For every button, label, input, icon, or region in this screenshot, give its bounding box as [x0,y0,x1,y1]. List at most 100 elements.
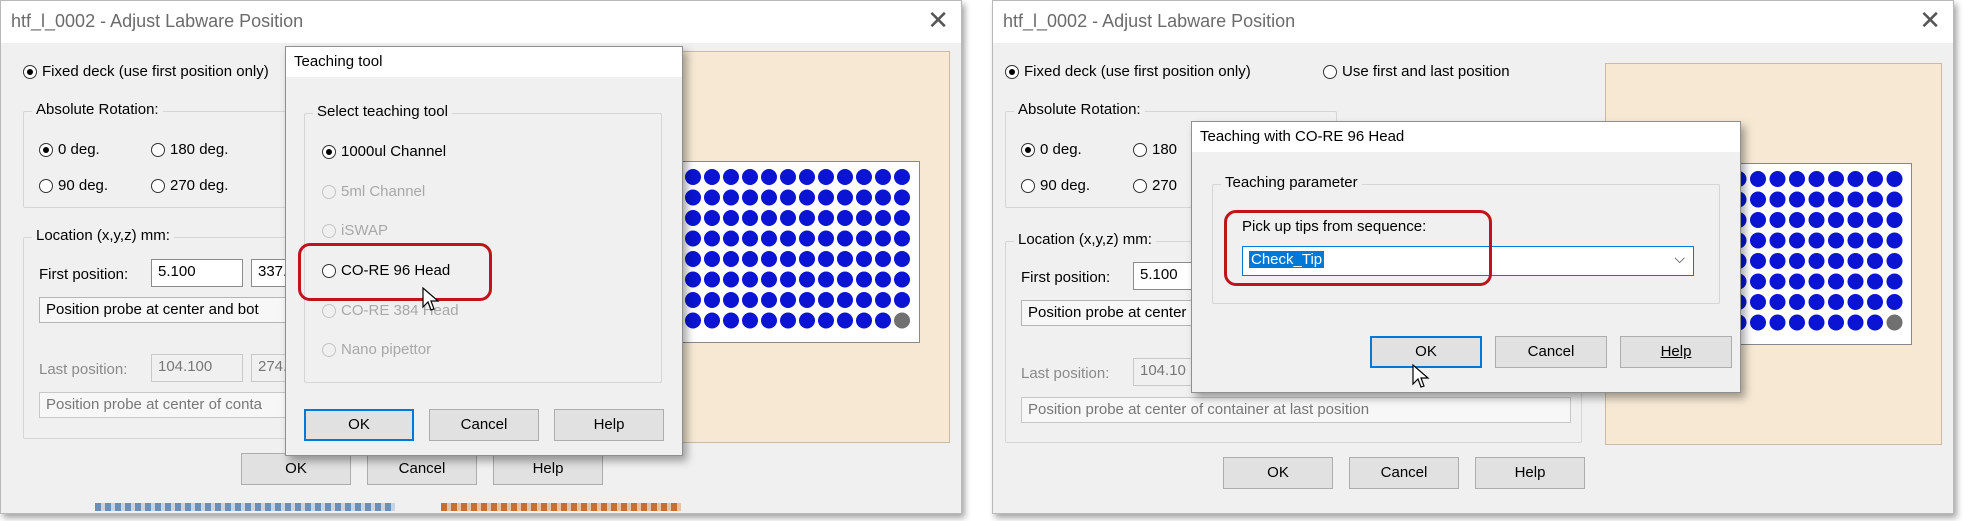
teaching-parameter-group: Teaching parameter [1212,174,1720,304]
teaching-tool-title: Teaching tool [286,47,682,77]
ok-button[interactable]: OK [241,453,351,485]
well [1769,273,1786,290]
well [1789,294,1805,310]
well [856,210,872,226]
well [799,251,815,267]
well [1886,191,1903,208]
sequence-dropdown[interactable]: Check_Tip ⌵ [1242,246,1694,276]
well [723,251,739,267]
well [1828,294,1844,310]
well [875,292,891,308]
well [875,189,891,206]
well [1867,253,1883,269]
radio-empty-icon [322,303,336,318]
teaching-cancel-button[interactable]: Cancel [429,409,539,441]
well [1847,171,1864,187]
last-x-input[interactable]: 104.100 [151,354,243,382]
well [1886,253,1903,269]
well [1769,212,1786,228]
rotation-90-radio[interactable]: 90 deg. [1021,177,1090,194]
tool-nano-label: Nano pipettor [341,341,432,358]
well [875,271,891,288]
well [875,230,891,247]
well [1769,314,1786,331]
well [1808,212,1825,228]
first-position-label: First position: [39,266,129,283]
well [894,312,910,329]
well [837,230,853,247]
radio-empty-icon [322,263,336,278]
well [685,210,701,226]
select-tool-group-label: Select teaching tool [313,103,452,120]
rotation-270-radio[interactable]: 270 deg. [151,177,228,194]
teaching-help-button[interactable]: Help [554,409,664,441]
well [1789,212,1805,228]
rotation-270-radio[interactable]: 270 [1133,177,1177,194]
ok-button[interactable]: OK [1223,457,1333,489]
well [837,312,853,329]
well [780,271,796,288]
well [742,230,758,247]
core96-cancel-button[interactable]: Cancel [1495,336,1607,368]
core96-help-label: Help [1660,343,1692,360]
radio-empty-icon [151,178,165,193]
core96-help-button[interactable]: Help [1620,336,1732,368]
well [1828,212,1844,228]
well [1750,232,1766,249]
well [704,169,720,185]
location-group-label: Location (x,y,z) mm: [1014,231,1156,248]
tool-5ml-radio[interactable]: 5ml Channel [322,183,425,200]
cancel-button[interactable]: Cancel [367,453,477,485]
well [685,230,701,247]
well [1828,191,1844,208]
radio-selected-icon [1005,64,1019,79]
chevron-down-icon[interactable]: ⌵ [1674,250,1685,267]
last-x-input[interactable]: 104.10 [1133,358,1193,386]
well [1867,294,1883,310]
well [799,271,815,288]
teaching-ok-button[interactable]: OK [304,409,414,441]
well [1867,171,1883,187]
well [837,169,853,185]
well [723,292,739,308]
rotation-0-radio[interactable]: 0 deg. [1021,141,1082,158]
close-icon[interactable]: ✕ [927,7,949,33]
well [894,210,910,226]
rotation-0-radio[interactable]: 0 deg. [39,141,100,158]
well [1808,191,1825,208]
well [894,251,910,267]
well [723,210,739,226]
well [704,210,720,226]
well [1847,191,1864,208]
well [742,169,758,185]
rotation-180-radio[interactable]: 180 [1133,141,1177,158]
right-title-bar: htf_l_0002 - Adjust Labware Position ✕ [993,1,1953,43]
well [1808,171,1825,187]
well [780,189,796,206]
sequence-field-label: Pick up tips from sequence: [1242,218,1427,235]
first-last-radio[interactable]: Use first and last position [1323,63,1510,80]
rotation-90-radio[interactable]: 90 deg. [39,177,108,194]
cancel-button[interactable]: Cancel [1349,457,1459,489]
help-button[interactable]: Help [1475,457,1585,489]
well [1886,212,1903,228]
help-button[interactable]: Help [493,453,603,485]
tool-core96-radio[interactable]: CO-RE 96 Head [322,262,450,279]
well [894,189,910,206]
well [799,189,815,206]
well [761,251,777,267]
sequence-selected-value: Check_Tip [1247,250,1326,269]
well [856,292,872,308]
well [1769,294,1786,310]
tool-nano-radio[interactable]: Nano pipettor [322,341,431,358]
tool-iswap-radio[interactable]: iSWAP [322,222,388,239]
last-position-label: Last position: [39,361,128,378]
rotation-180-radio[interactable]: 180 deg. [151,141,228,158]
radio-empty-icon [322,184,336,199]
fixed-deck-radio[interactable]: Fixed deck (use first position only) [1005,63,1251,80]
well [875,169,891,185]
tool-1000ul-radio[interactable]: 1000ul Channel [322,143,446,160]
close-icon[interactable]: ✕ [1919,7,1941,33]
first-x-input[interactable]: 5.100 [151,259,243,287]
fixed-deck-radio[interactable]: Fixed deck (use first position only) [23,63,269,80]
